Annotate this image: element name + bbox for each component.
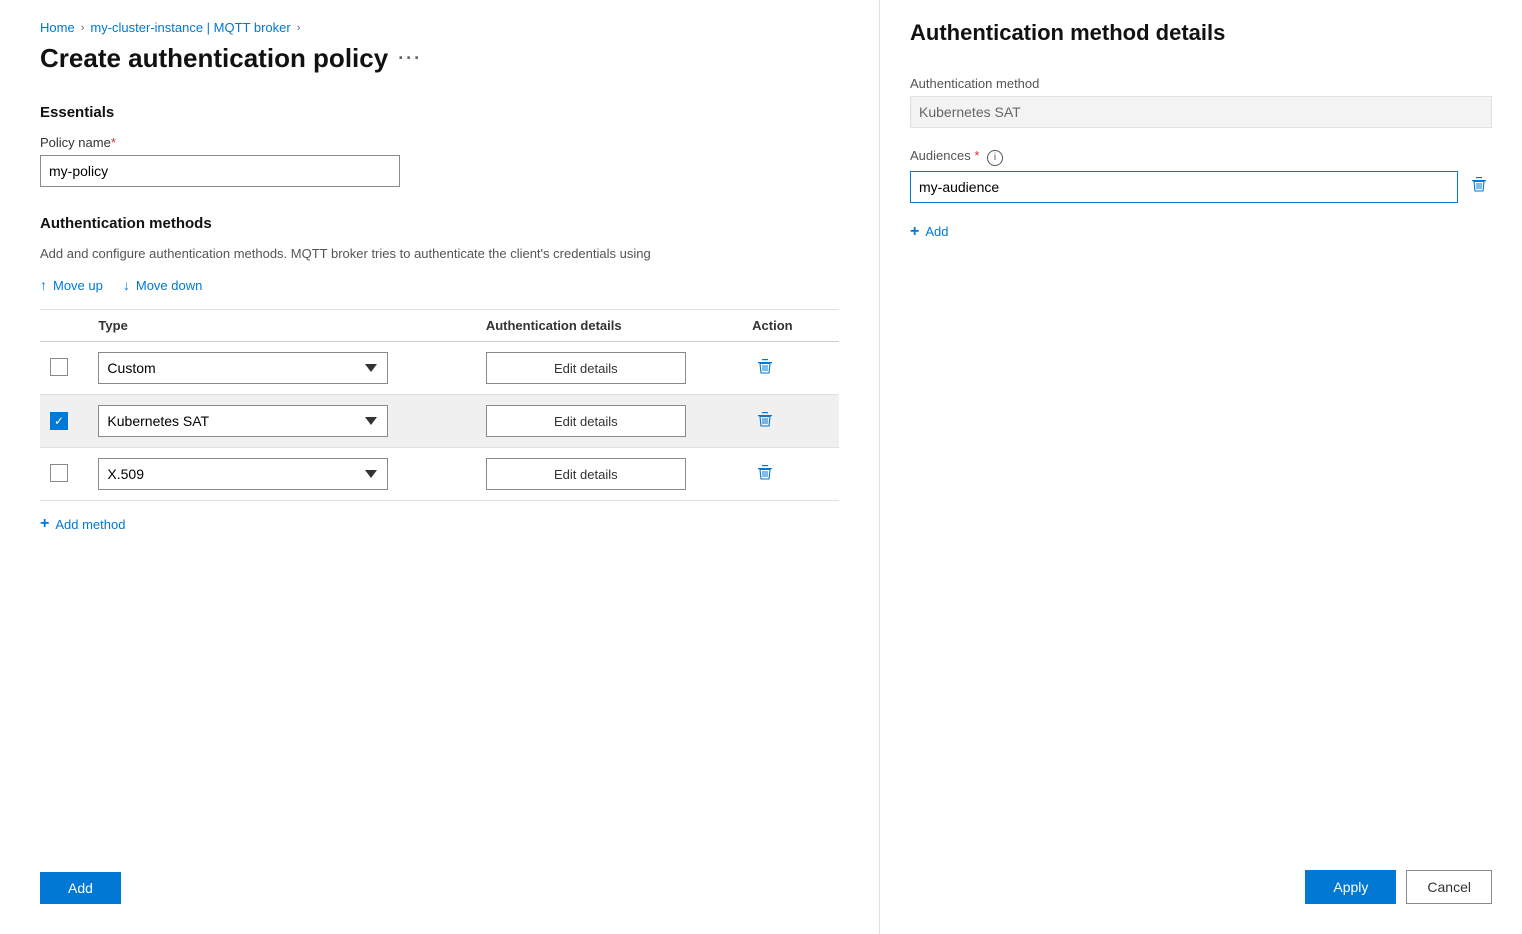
right-panel: Authentication method details Authentica… (880, 0, 1522, 934)
add-audience-label: Add (925, 224, 948, 239)
policy-name-input[interactable] (40, 155, 400, 187)
bottom-actions: Add (40, 872, 121, 904)
col-header-auth-details: Authentication details (476, 310, 742, 342)
breadcrumb-home[interactable]: Home (40, 20, 75, 35)
row2-checkbox[interactable] (50, 412, 68, 430)
row1-type-cell: Custom Kubernetes SAT X.509 (88, 342, 475, 395)
auth-method-label: Authentication method (910, 76, 1492, 91)
audiences-required: * (974, 148, 979, 163)
add-button[interactable]: Add (40, 872, 121, 904)
cancel-button[interactable]: Cancel (1406, 870, 1492, 904)
row1-edit-cell: Edit details (476, 342, 742, 395)
col-header-checkbox (40, 310, 88, 342)
row1-checkbox-cell (40, 342, 88, 395)
row2-edit-cell: Edit details (476, 395, 742, 448)
row1-checkbox[interactable] (50, 358, 68, 376)
essentials-title: Essentials (40, 104, 839, 121)
row3-delete-button[interactable] (752, 459, 778, 490)
auth-methods-title: Authentication methods (40, 215, 839, 232)
col-header-type: Type (88, 310, 475, 342)
audiences-input[interactable] (910, 171, 1458, 203)
col-header-action: Action (742, 310, 839, 342)
breadcrumb-cluster[interactable]: my-cluster-instance | MQTT broker (90, 20, 290, 35)
row3-edit-button[interactable]: Edit details (486, 458, 686, 490)
row3-delete-icon (756, 463, 774, 481)
policy-name-required: * (111, 135, 116, 150)
table-header-row: Type Authentication details Action (40, 310, 839, 342)
audiences-delete-icon (1470, 175, 1488, 193)
add-method-plus-icon: + (40, 515, 49, 533)
row2-type-select[interactable]: Custom Kubernetes SAT X.509 (98, 405, 388, 437)
move-down-button[interactable]: ↓ Move down (123, 277, 202, 293)
row3-checkbox-cell (40, 448, 88, 501)
left-panel: Home › my-cluster-instance | MQTT broker… (0, 0, 880, 934)
add-audience-plus-icon: + (910, 223, 919, 241)
breadcrumb-sep-2: › (297, 22, 301, 34)
row1-delete-button[interactable] (752, 353, 778, 384)
right-panel-title: Authentication method details (910, 20, 1492, 46)
auth-methods-desc: Add and configure authentication methods… (40, 246, 839, 261)
table-row: Custom Kubernetes SAT X.509 Edit details (40, 395, 839, 448)
table-row: Custom Kubernetes SAT X.509 Edit details (40, 342, 839, 395)
audiences-delete-button[interactable] (1466, 171, 1492, 202)
row2-checkbox-cell (40, 395, 88, 448)
auth-method-field-group: Authentication method Kubernetes SAT (910, 76, 1492, 128)
row1-edit-button[interactable]: Edit details (486, 352, 686, 384)
audiences-label: Audiences * i (910, 148, 1492, 166)
apply-button[interactable]: Apply (1305, 870, 1396, 904)
essentials-section: Essentials Policy name* (40, 104, 839, 187)
page-title: Create authentication policy (40, 43, 388, 74)
move-up-button[interactable]: ↑ Move up (40, 277, 103, 293)
row1-action-cell (742, 342, 839, 395)
add-method-button[interactable]: + Add method (40, 515, 125, 533)
row3-type-select[interactable]: Custom Kubernetes SAT X.509 (98, 458, 388, 490)
row3-action-cell (742, 448, 839, 501)
auth-method-value: Kubernetes SAT (910, 96, 1492, 128)
row2-delete-icon (756, 410, 774, 428)
move-down-icon: ↓ (123, 277, 130, 293)
row3-checkbox[interactable] (50, 464, 68, 482)
more-options-icon[interactable]: ··· (398, 48, 422, 69)
add-audience-button[interactable]: + Add (910, 223, 948, 241)
breadcrumb-sep-1: › (81, 22, 85, 34)
row2-action-cell (742, 395, 839, 448)
row1-type-select[interactable]: Custom Kubernetes SAT X.509 (98, 352, 388, 384)
move-up-label: Move up (53, 278, 103, 293)
row1-delete-icon (756, 357, 774, 375)
audiences-input-row (910, 171, 1492, 203)
add-method-label: Add method (55, 517, 125, 532)
audiences-field-group: Audiences * i (910, 148, 1492, 203)
row2-edit-button[interactable]: Edit details (486, 405, 686, 437)
move-down-label: Move down (136, 278, 202, 293)
move-controls: ↑ Move up ↓ Move down (40, 277, 839, 293)
row3-edit-cell: Edit details (476, 448, 742, 501)
auth-methods-section: Authentication methods Add and configure… (40, 215, 839, 533)
audiences-info-icon[interactable]: i (987, 150, 1003, 166)
row3-type-cell: Custom Kubernetes SAT X.509 (88, 448, 475, 501)
row2-type-cell: Custom Kubernetes SAT X.509 (88, 395, 475, 448)
breadcrumb: Home › my-cluster-instance | MQTT broker… (40, 20, 839, 35)
move-up-icon: ↑ (40, 277, 47, 293)
table-row: Custom Kubernetes SAT X.509 Edit details (40, 448, 839, 501)
row2-delete-button[interactable] (752, 406, 778, 437)
policy-name-label: Policy name* (40, 135, 839, 150)
page-title-container: Create authentication policy ··· (40, 43, 839, 74)
auth-methods-table: Type Authentication details Action Custo… (40, 310, 839, 501)
right-panel-actions: Apply Cancel (1305, 870, 1492, 904)
